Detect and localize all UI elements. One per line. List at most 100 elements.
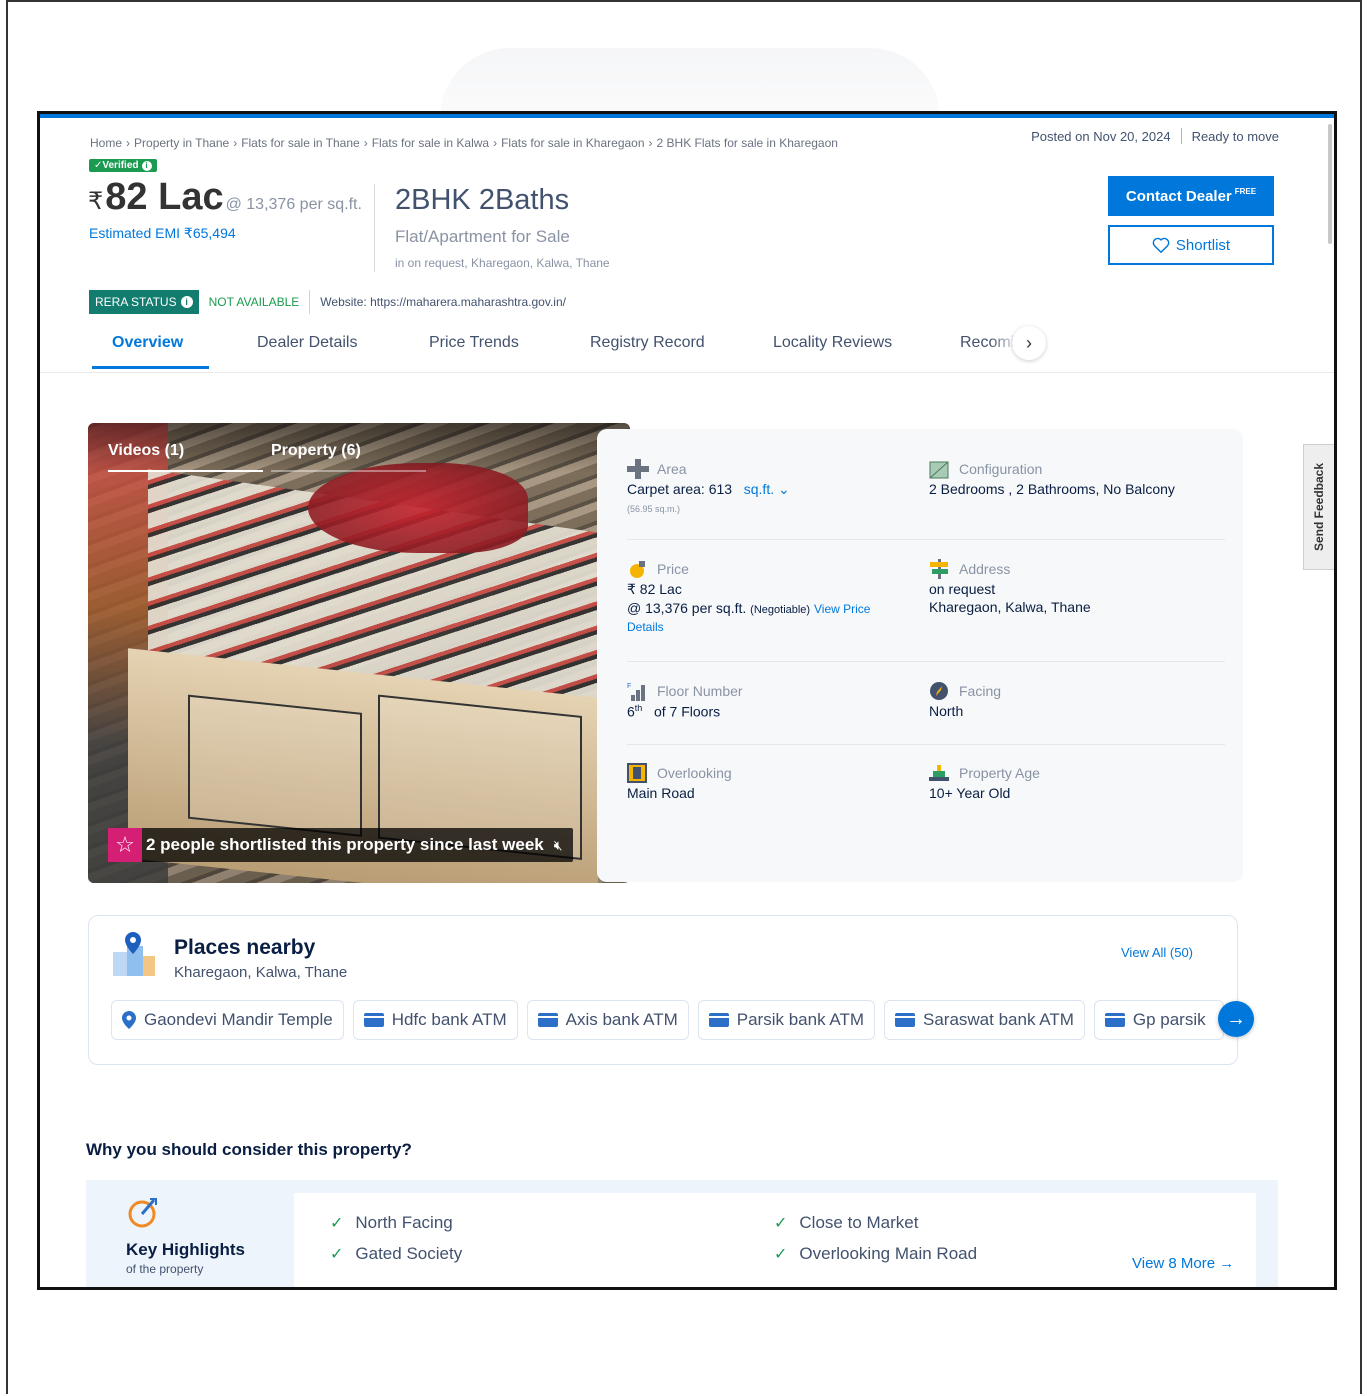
breadcrumb-sep: › [493,136,498,150]
highlight-label: Close to Market [799,1213,919,1232]
highlight-item: ✓ Overlooking Main Road [774,1244,977,1264]
place-chip-label: Gaondevi Mandir Temple [144,1010,333,1029]
detail-configuration: Configuration 2 Bedrooms , 2 Bathrooms, … [929,459,1175,497]
atm-icon [1104,1013,1125,1027]
rera-website[interactable]: Website: https://maharera.maharashtra.go… [309,290,576,314]
place-chip-label: Gp parsik [1132,1010,1206,1029]
places-chip-list: Gaondevi Mandir Temple Hdfc bank ATM Axi… [111,1000,1224,1040]
rera-row: RERA STATUS i NOT AVAILABLE Website: htt… [89,290,576,314]
price-value: ₹ 82 Lac [627,581,682,597]
price-per-sqft-detail: @ 13,376 per sq.ft. [627,600,747,616]
highlight-label: Gated Society [355,1244,463,1263]
view-more-highlights-link[interactable]: View 8 More → [1132,1255,1234,1272]
price-tag-icon [627,559,649,579]
place-chip[interactable]: Gaondevi Mandir Temple [111,1000,344,1040]
place-chip[interactable]: Gp parsik [1093,1000,1224,1040]
breadcrumb-flats-kalwa[interactable]: Flats for sale in Kalwa [372,136,489,150]
verified-label: ✓Verified [94,160,139,171]
facing-label: Facing [959,683,1002,699]
overlooking-value: Main Road [627,785,695,801]
media-tab-property[interactable]: Property (6) [271,442,361,460]
breadcrumb-flats-thane[interactable]: Flats for sale in Thane [241,136,360,150]
highlight-item: ✓ Gated Society [330,1244,462,1264]
shortlisted-banner: ☆ 2 people shortlisted this property sin… [108,828,573,862]
detail-divider [627,744,1225,745]
check-icon: ✓ [774,1215,788,1232]
area-unit-dropdown[interactable]: sq.ft. [744,481,774,497]
star-icon: ☆ [108,828,142,862]
compass-icon [929,681,951,701]
place-chip[interactable]: Saraswat bank ATM [884,1000,1085,1040]
blueprint-icon [929,459,951,479]
send-feedback-label: Send Feedback [1312,462,1326,552]
chevron-right-icon[interactable]: › [1012,326,1046,360]
view-price-details-link-2[interactable]: Details [627,620,664,634]
emi-link[interactable]: Estimated EMI ₹65,494 [89,225,236,242]
highlights-panel: ✓ North Facing ✓ Gated Society ✓ Close to M… [294,1193,1256,1287]
contact-dealer-button[interactable]: Contact Dealer FREE [1108,176,1274,216]
scrollbar[interactable] [1328,124,1332,244]
window-icon [627,763,649,783]
tab-overview[interactable]: Overview [112,334,183,352]
possession-status: Ready to move [1191,128,1279,144]
breadcrumb-property-thane[interactable]: Property in Thane [134,136,229,150]
key-highlights-section: Key Highlights of the property ✓ North Fa… [86,1180,1278,1287]
heart-icon [1152,237,1170,253]
check-icon: ✓ [774,1246,788,1263]
facing-value: North [929,703,964,719]
price-per-sqft: @ 13,376 per sq.ft. [225,196,362,213]
highlight-label: North Facing [355,1213,453,1232]
property-age-value: 10+ Year Old [929,785,1011,801]
signpost-icon [929,559,951,579]
detail-divider [627,539,1225,540]
place-chip-label: Parsik bank ATM [736,1010,864,1029]
photo-cloth [308,463,528,553]
configuration-value: 2 Bedrooms , 2 Bathrooms, No Balcony [929,481,1175,497]
shortlisted-text: 2 people shortlisted this property since… [146,835,544,854]
media-tab-active-line [108,470,263,472]
view-all-places-link[interactable]: View All (50) [1121,945,1193,960]
detail-property-age: Property Age 10+ Year Old [929,763,1040,801]
chevron-down-icon[interactable]: ⌄ [774,481,790,497]
atm-icon [708,1013,729,1027]
price-label: Price [657,561,689,577]
tab-price-trends[interactable]: Price Trends [429,334,519,352]
breadcrumb-home[interactable]: Home [90,136,122,150]
configuration-label: Configuration [959,461,1043,477]
floor-stairs-icon: F [627,681,649,701]
shortlist-button[interactable]: Shortlist [1108,225,1274,265]
property-photo[interactable]: Videos (1) Property (6) ☆ 2 people short… [88,423,630,883]
place-chip[interactable]: Axis bank ATM [526,1000,689,1040]
mute-icon[interactable]: 🔇︎ [554,837,563,854]
view-price-details-link[interactable]: View Price [814,602,870,616]
info-icon[interactable]: i [180,296,193,308]
atm-icon [537,1013,558,1027]
tab-registry-record[interactable]: Registry Record [590,334,705,352]
tab-locality-reviews[interactable]: Locality Reviews [773,334,892,352]
free-badge: FREE [1234,186,1257,196]
place-chip[interactable]: Parsik bank ATM [697,1000,875,1040]
section-tabs: Overview Dealer Details Price Trends Reg… [40,326,1334,373]
posted-divider [1180,128,1182,144]
breadcrumb-flats-kharegaon[interactable]: Flats for sale in Kharegaon [501,136,644,150]
highlight-label: Overlooking Main Road [799,1244,978,1263]
browser-content: Home › Property in Thane › Flats for sale … [37,111,1337,1290]
place-chip[interactable]: Hdfc bank ATM [352,1000,518,1040]
info-icon[interactable]: i [141,160,152,171]
highlight-item: ✓ Close to Market [774,1213,918,1233]
arrow-right-icon[interactable]: → [1218,1001,1254,1037]
places-nearby-card: Places nearby Kharegaon, Kalwa, Thane Vi… [88,915,1238,1065]
key-highlights-subtitle: of the property [126,1262,204,1276]
send-feedback-tab[interactable]: Send Feedback [1303,444,1334,570]
breadcrumb-sep: › [648,136,653,150]
breadcrumb-sep: › [126,136,131,150]
tab-dealer-details[interactable]: Dealer Details [257,334,357,352]
globe-watermark [440,48,940,118]
config-type: Flat/Apartment for Sale [395,227,570,246]
detail-facing: Facing North [929,681,1001,719]
area-icon [627,459,649,479]
area-sub: (56.95 sq.m.) [627,504,681,514]
media-tab-videos[interactable]: Videos (1) [108,442,184,460]
shortlist-label: Shortlist [1175,236,1231,254]
pin-icon [122,1011,136,1029]
